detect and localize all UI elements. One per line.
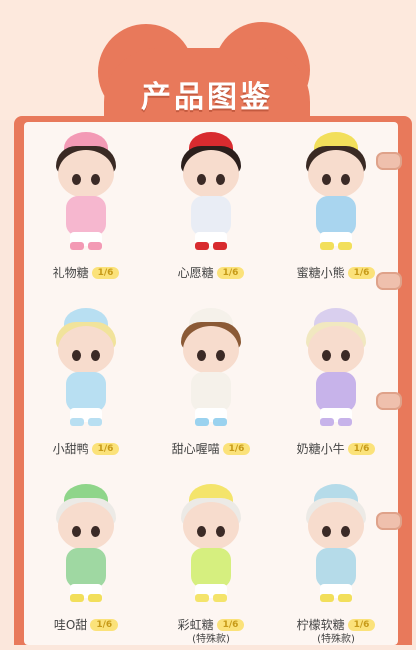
eye-right xyxy=(216,526,225,537)
outfit xyxy=(191,548,231,588)
product-name: 小甜鸭 xyxy=(52,442,89,456)
product-label: 奶糖小牛 1/6 xyxy=(274,438,398,457)
page: 产品图鉴 礼物糖 1/6 心愿糖 1/6 蜜糖小熊 1/6 小甜鸭 1/6 甜心… xyxy=(0,0,416,645)
shoe-left xyxy=(195,242,209,250)
shoe-left xyxy=(195,418,209,426)
odds-badge: 1/6 xyxy=(90,618,119,631)
face xyxy=(183,326,239,374)
product-card[interactable]: 甜心喔喵 1/6 xyxy=(149,304,273,474)
shoe-left xyxy=(195,594,209,602)
face xyxy=(308,150,364,198)
shoe-left xyxy=(320,594,334,602)
figure-image xyxy=(296,308,376,426)
odds-badge: 1/6 xyxy=(347,442,376,455)
eye-right xyxy=(216,350,225,361)
shoe-left xyxy=(320,418,334,426)
product-label: 蜜糖小熊 1/6 xyxy=(274,262,398,281)
figure-image xyxy=(46,132,126,250)
figure-image xyxy=(46,308,126,426)
odds-badge: 1/6 xyxy=(91,442,120,455)
shoe-right xyxy=(213,418,227,426)
face xyxy=(58,502,114,550)
eye-left xyxy=(322,174,331,185)
shoe-right xyxy=(338,242,352,250)
face xyxy=(308,502,364,550)
shoe-right xyxy=(338,594,352,602)
product-label: 哇O甜 1/6 xyxy=(24,614,148,633)
shoe-left xyxy=(70,594,84,602)
eye-right xyxy=(341,526,350,537)
shoe-right xyxy=(213,594,227,602)
figure-image xyxy=(46,484,126,602)
product-label: 礼物糖 1/6 xyxy=(24,262,148,281)
shoe-left xyxy=(320,242,334,250)
product-name: 奶糖小牛 xyxy=(296,442,345,456)
odds-badge: 1/6 xyxy=(347,618,376,631)
outfit xyxy=(316,548,356,588)
outfit xyxy=(66,548,106,588)
product-label: 心愿糖 1/6 xyxy=(149,262,273,281)
odds-badge: 1/6 xyxy=(222,442,251,455)
outfit xyxy=(316,372,356,412)
figure-image xyxy=(171,132,251,250)
product-name: 蜜糖小熊 xyxy=(296,266,345,280)
shoe-right xyxy=(88,594,102,602)
eye-left xyxy=(322,350,331,361)
shoe-right xyxy=(213,242,227,250)
odds-badge: 1/6 xyxy=(216,266,245,279)
shoe-right xyxy=(88,242,102,250)
product-label: 小甜鸭 1/6 xyxy=(24,438,148,457)
eye-left xyxy=(197,350,206,361)
face xyxy=(183,150,239,198)
outfit xyxy=(66,196,106,236)
product-name: 甜心喔喵 xyxy=(171,442,220,456)
odds-badge: 1/6 xyxy=(91,266,120,279)
product-card[interactable]: 小甜鸭 1/6 xyxy=(24,304,148,474)
face xyxy=(183,502,239,550)
product-card[interactable]: 蜜糖小熊 1/6 xyxy=(274,128,398,298)
product-card[interactable]: 柠檬软糖 1/6 (特殊款) xyxy=(274,480,398,650)
product-name: 礼物糖 xyxy=(52,266,89,280)
face xyxy=(308,326,364,374)
odds-badge: 1/6 xyxy=(216,618,245,631)
product-card[interactable]: 彩虹糖 1/6 (特殊款) xyxy=(149,480,273,650)
shoe-left xyxy=(70,418,84,426)
face xyxy=(58,150,114,198)
shoe-right xyxy=(88,418,102,426)
eye-right xyxy=(216,174,225,185)
figure-image xyxy=(171,308,251,426)
eye-right xyxy=(91,350,100,361)
figure-image xyxy=(296,132,376,250)
product-name: 心愿糖 xyxy=(177,266,214,280)
outfit xyxy=(66,372,106,412)
outfit xyxy=(191,372,231,412)
eye-right xyxy=(91,174,100,185)
eye-left xyxy=(322,526,331,537)
eye-right xyxy=(341,350,350,361)
figure-image xyxy=(296,484,376,602)
eye-left xyxy=(72,174,81,185)
outfit xyxy=(316,196,356,236)
shoe-left xyxy=(70,242,84,250)
face xyxy=(58,326,114,374)
product-name: 哇O甜 xyxy=(53,618,88,632)
eye-left xyxy=(72,526,81,537)
product-label: 甜心喔喵 1/6 xyxy=(149,438,273,457)
figure-image xyxy=(171,484,251,602)
product-card[interactable]: 心愿糖 1/6 xyxy=(149,128,273,298)
special-edition-note: (特殊款) xyxy=(317,634,355,645)
eye-left xyxy=(197,174,206,185)
odds-badge: 1/6 xyxy=(347,266,376,279)
eye-right xyxy=(91,526,100,537)
product-card[interactable]: 礼物糖 1/6 xyxy=(24,128,148,298)
special-edition-note: (特殊款) xyxy=(192,634,230,645)
outfit xyxy=(191,196,231,236)
page-title: 产品图鉴 xyxy=(141,80,273,115)
shoe-right xyxy=(338,418,352,426)
product-card[interactable]: 奶糖小牛 1/6 xyxy=(274,304,398,474)
eye-left xyxy=(197,526,206,537)
eye-left xyxy=(72,350,81,361)
product-card[interactable]: 哇O甜 1/6 xyxy=(24,480,148,650)
eye-right xyxy=(341,174,350,185)
